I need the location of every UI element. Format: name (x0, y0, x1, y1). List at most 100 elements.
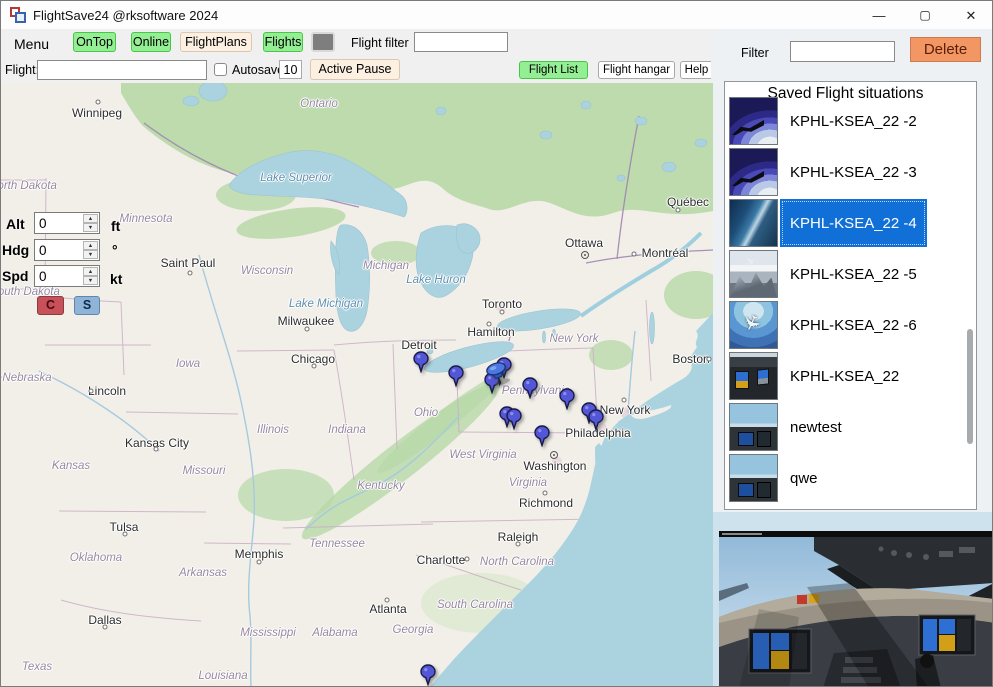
menu-button[interactable]: Menu (14, 36, 49, 52)
map-city-label: Québec (667, 195, 709, 209)
flight-situation-item[interactable]: qwe (725, 454, 965, 502)
flight-situation-name[interactable]: KPHL-KSEA_22 (780, 352, 909, 400)
flight-situation-name[interactable]: KPHL-KSEA_22 -4 (780, 199, 927, 247)
hdg-spinner[interactable]: 0 ▲▼ (34, 239, 100, 261)
flight-name-input[interactable] (37, 60, 207, 80)
flight-situation-name[interactable]: newtest (780, 403, 852, 451)
alt-unit: ft (111, 218, 120, 234)
delete-button[interactable]: Delete (910, 37, 981, 62)
map-canvas[interactable]: WinnipegQuébecSaint PaulOttawaMontréalTo… (1, 83, 713, 687)
toolbar-button-online[interactable]: Online (131, 32, 171, 52)
flight-thumbnail[interactable] (729, 403, 778, 451)
flight-situation-name[interactable]: qwe (780, 454, 828, 502)
map-city-label: Saint Paul (161, 256, 216, 270)
map-state-label: Oklahoma (70, 552, 122, 564)
flightsave24-window: FlightSave24 @rksoftware 2024 — ▢ ✕ Menu… (0, 0, 993, 687)
alt-up-button[interactable]: ▲ (83, 214, 98, 223)
map-city-dot (707, 357, 712, 362)
list-scrollbar-thumb[interactable] (967, 329, 973, 444)
map-state-label: Georgia (393, 624, 434, 636)
selected-flight-pushpin[interactable] (483, 360, 513, 395)
map-city-dot (543, 491, 548, 496)
map-lake-label: Lake Superior (260, 172, 332, 184)
title-bar: FlightSave24 @rksoftware 2024 — ▢ ✕ (1, 1, 993, 29)
flight-thumbnail[interactable] (729, 301, 778, 349)
alt-down-button[interactable]: ▼ (83, 223, 98, 232)
map-state-label: Wisconsin (241, 265, 293, 277)
map-state-label: Arkansas (179, 567, 227, 579)
spd-spinner[interactable]: 0 ▲▼ (34, 265, 100, 287)
saved-flights-list[interactable]: Saved Flight situations KPHL-KSEA_22 -2K… (724, 81, 977, 510)
alt-label: Alt (6, 216, 25, 232)
map-city-label: Boston (672, 352, 709, 366)
flight-situation-name[interactable]: KPHL-KSEA_22 -2 (780, 97, 927, 145)
flight-situation-item[interactable]: KPHL-KSEA_22 -5 (725, 250, 965, 298)
toolbar-button-flights[interactable]: Flights (263, 32, 303, 52)
map-city-dot (123, 532, 128, 537)
flight-position-pin[interactable] (522, 377, 538, 404)
flight-thumbnail[interactable] (729, 454, 778, 502)
flight-filter-input[interactable] (414, 32, 508, 52)
flight-position-pin[interactable] (506, 408, 522, 435)
flight-thumbnail[interactable] (729, 148, 778, 196)
flight-situation-item[interactable]: KPHL-KSEA_22 -3 (725, 148, 965, 196)
filter-input[interactable] (790, 41, 895, 62)
flight-position-pin[interactable] (420, 664, 436, 687)
flight-situation-item[interactable]: KPHL-KSEA_22 -6 (725, 301, 965, 349)
spd-unit: kt (110, 271, 122, 287)
active-pause-button[interactable]: Active Pause (310, 59, 400, 80)
s-button[interactable]: S (74, 296, 100, 315)
flight-position-pin[interactable] (559, 388, 575, 415)
flight-situation-name[interactable]: KPHL-KSEA_22 -5 (780, 250, 927, 298)
flight-thumbnail[interactable] (729, 97, 778, 145)
toolbar-color-button[interactable] (311, 32, 335, 52)
map-city-label: Washington (524, 459, 587, 473)
flight-position-pin[interactable] (413, 351, 429, 378)
flight-hangar-button[interactable]: Flight hangar (598, 61, 675, 79)
map-city-dot (516, 542, 521, 547)
alt-spinner[interactable]: 0 ▲▼ (34, 212, 100, 234)
flight-situation-name[interactable]: KPHL-KSEA_22 -6 (780, 301, 927, 349)
toolbar-button-flightplans[interactable]: FlightPlans (180, 32, 252, 52)
map-city-label: New York (600, 403, 651, 417)
flight-list-button[interactable]: Flight List (519, 61, 588, 79)
flight-position-pin[interactable] (448, 365, 464, 392)
hdg-unit: ° (112, 242, 118, 258)
autosave-checkbox[interactable] (214, 63, 227, 76)
c-button[interactable]: C (37, 296, 64, 315)
map-city-label: Hamilton (467, 325, 514, 339)
map-state-label: Iowa (176, 358, 200, 370)
flight-thumbnail[interactable] (729, 352, 778, 400)
maximize-button[interactable]: ▢ (902, 1, 948, 30)
map-state-label: South Carolina (437, 599, 513, 611)
flight-position-pin[interactable] (588, 409, 604, 436)
help-button[interactable]: Help (680, 61, 713, 79)
cockpit-preview-image (719, 531, 993, 687)
map-state-label: Michigan (363, 260, 409, 272)
hdg-down-button[interactable]: ▼ (83, 250, 98, 259)
minimize-button[interactable]: — (856, 1, 902, 30)
flight-situation-item[interactable]: KPHL-KSEA_22 -2 (725, 97, 965, 145)
autosave-interval-input[interactable]: 10 (279, 60, 302, 79)
toolbar-button-ontop[interactable]: OnTop (73, 32, 116, 52)
window-title: FlightSave24 @rksoftware 2024 (33, 8, 218, 23)
map-city-dot (632, 252, 637, 257)
map-capital-marker (581, 251, 589, 259)
flight-situation-item[interactable]: KPHL-KSEA_22 (725, 352, 965, 400)
map-city-dot (487, 322, 492, 327)
flight-thumbnail[interactable] (729, 199, 778, 247)
flight-situation-item[interactable]: KPHL-KSEA_22 -4 (725, 199, 965, 247)
spd-up-button[interactable]: ▲ (83, 267, 98, 276)
map-state-label: North Carolina (480, 556, 554, 568)
hdg-up-button[interactable]: ▲ (83, 241, 98, 250)
map-city-dot (676, 208, 681, 213)
flight-situation-name[interactable]: KPHL-KSEA_22 -3 (780, 148, 927, 196)
close-button[interactable]: ✕ (948, 1, 993, 30)
flight-thumbnail[interactable] (729, 250, 778, 298)
flight-position-pin[interactable] (534, 425, 550, 452)
spd-down-button[interactable]: ▼ (83, 276, 98, 285)
flight-situation-item[interactable]: newtest (725, 403, 965, 451)
filter-label: Filter (741, 46, 769, 60)
map-city-dot (188, 271, 193, 276)
map-state-label: Louisiana (198, 670, 247, 682)
